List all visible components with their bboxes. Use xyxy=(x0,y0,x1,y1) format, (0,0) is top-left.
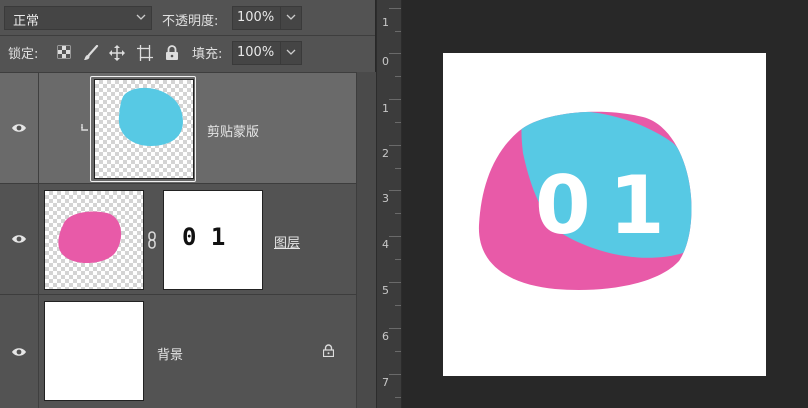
opacity-value: 100% xyxy=(237,10,275,25)
fill-label: 填充: xyxy=(192,47,223,62)
document-canvas[interactable]: 0 1 xyxy=(443,53,766,376)
layer-thumbnail[interactable] xyxy=(94,79,194,179)
chevron-down-icon[interactable] xyxy=(280,42,301,64)
layer-thumbnail[interactable] xyxy=(44,190,144,290)
blend-mode-value: 正常 xyxy=(13,14,40,29)
ruler-number: 0 xyxy=(382,55,389,68)
ruler-number: 2 xyxy=(382,147,389,160)
layer-thumbnail[interactable] xyxy=(44,301,144,401)
clip-arrow-icon xyxy=(81,124,88,131)
eye-icon xyxy=(12,348,26,356)
opacity-label: 不透明度: xyxy=(162,14,219,29)
layer-mask-thumbnail[interactable]: 0 1 xyxy=(163,190,263,290)
mask-text: 0 1 xyxy=(182,223,226,251)
lock-all-icon[interactable] xyxy=(165,45,181,61)
layer-name[interactable]: 背景 xyxy=(157,344,183,363)
canvas-digit-1: 1 xyxy=(609,159,665,252)
layers-scrollbar[interactable] xyxy=(356,72,376,408)
visibility-toggle[interactable] xyxy=(0,73,39,183)
ruler-number: 4 xyxy=(382,238,389,251)
eye-icon xyxy=(12,235,26,243)
layer-name[interactable]: 剪贴蒙版 xyxy=(207,121,259,140)
visibility-toggle[interactable] xyxy=(0,184,39,294)
visibility-toggle[interactable] xyxy=(0,295,39,408)
ruler-number: 6 xyxy=(382,330,389,343)
move-icon[interactable] xyxy=(109,45,125,61)
lock-icon xyxy=(323,344,334,357)
fill-field[interactable]: 100% xyxy=(232,41,302,65)
canvas-digit-0: 0 xyxy=(535,159,591,252)
brush-icon[interactable] xyxy=(83,44,99,61)
vertical-ruler: 1 0 1 2 3 4 5 6 7 xyxy=(376,0,402,408)
opacity-field[interactable]: 100% xyxy=(232,6,302,30)
layer-row-layer[interactable]: 0 1 图层 xyxy=(0,184,356,295)
canvas-artwork: 0 1 xyxy=(478,111,692,290)
ruler-number: 3 xyxy=(382,192,389,205)
lock-transparent-pixels-icon[interactable] xyxy=(57,45,73,61)
ruler-number: 5 xyxy=(382,284,389,297)
layers-panel: 正常 不透明度: 100% 锁定: 填充: 100% 剪贴蒙版 0 1 图层 背… xyxy=(0,0,376,408)
ruler-number: 1 xyxy=(382,102,389,115)
layer-row-background[interactable]: 背景 xyxy=(0,295,356,408)
layer-row-clipping-mask[interactable]: 剪贴蒙版 xyxy=(0,73,356,184)
chain-link-icon[interactable] xyxy=(147,231,157,249)
lock-label: 锁定: xyxy=(8,47,39,62)
ruler-number: 7 xyxy=(382,376,389,389)
ruler-number: 1 xyxy=(382,16,389,29)
blend-mode-dropdown[interactable]: 正常 xyxy=(4,6,152,30)
chevron-down-icon[interactable] xyxy=(280,7,301,29)
fill-value: 100% xyxy=(237,45,275,60)
blend-options-bar: 正常 不透明度: 100% xyxy=(0,0,375,36)
layer-name[interactable]: 图层 xyxy=(274,232,300,251)
chevron-down-icon xyxy=(131,7,151,29)
eye-icon xyxy=(12,124,26,132)
artboard-icon[interactable] xyxy=(137,45,153,61)
